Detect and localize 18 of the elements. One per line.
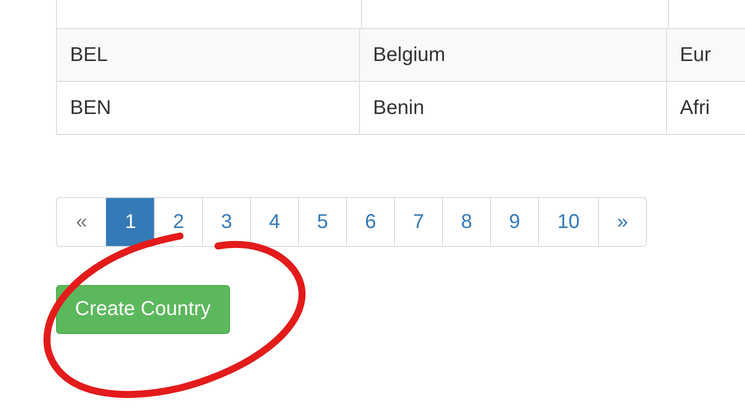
- table-cell: BEN: [56, 82, 360, 134]
- page-link[interactable]: 4: [250, 198, 298, 246]
- table-cell: Belgium: [360, 28, 666, 82]
- table-cell: Benin: [360, 82, 666, 134]
- page-link[interactable]: 7: [394, 198, 442, 246]
- page-link[interactable]: 1: [106, 198, 154, 246]
- page-link[interactable]: 9: [490, 198, 538, 246]
- page-link[interactable]: 5: [298, 198, 346, 246]
- page-link[interactable]: »: [598, 198, 646, 246]
- page-link[interactable]: «: [57, 198, 106, 246]
- page-link[interactable]: 8: [442, 198, 490, 246]
- create-country-button[interactable]: Create Country: [56, 285, 230, 334]
- table-cell: BEL: [56, 28, 360, 82]
- page-link[interactable]: 10: [538, 198, 598, 246]
- page-link[interactable]: 6: [346, 198, 394, 246]
- page-link[interactable]: 2: [154, 198, 202, 246]
- table-cell: Eur: [666, 28, 745, 82]
- page-link[interactable]: 3: [202, 198, 250, 246]
